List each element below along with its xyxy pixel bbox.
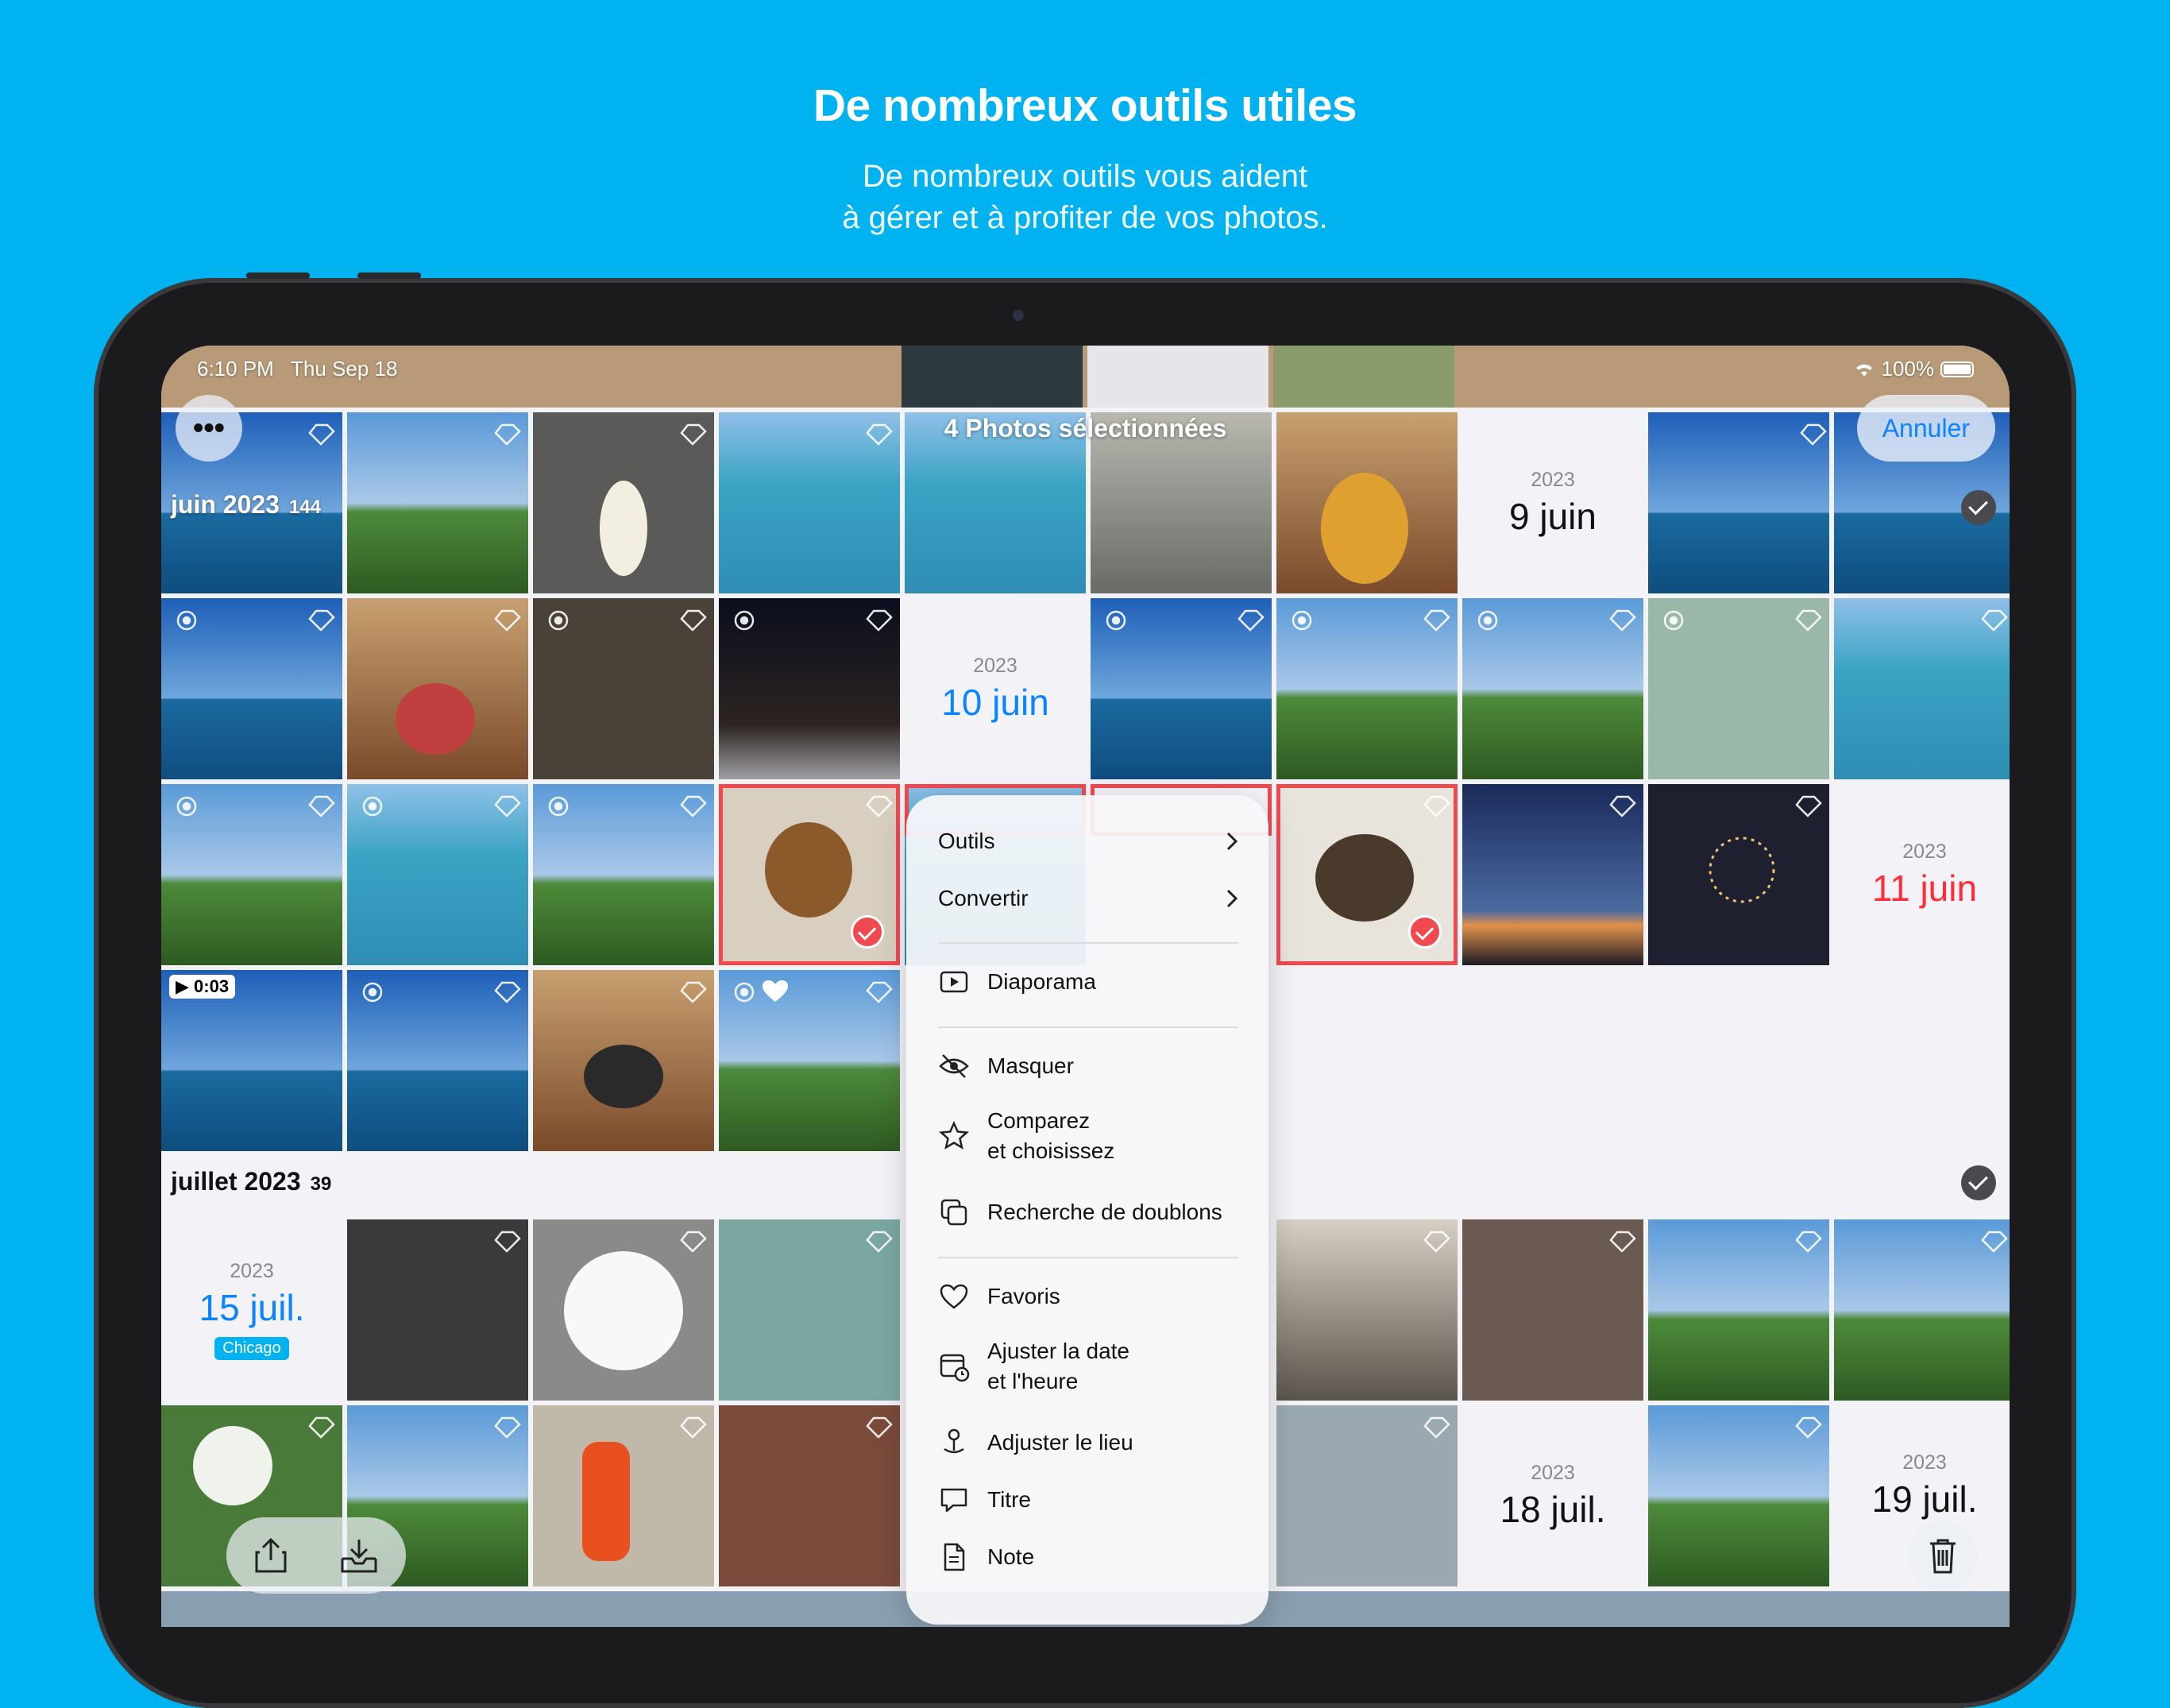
photo-tile <box>1834 598 2010 779</box>
status-bar: 6:10 PM Thu Sep 18 100% <box>161 346 2010 393</box>
date-day: 11 juin <box>1871 867 1978 909</box>
cancel-button[interactable]: Annuler <box>1856 395 1995 462</box>
date-year: 2023 <box>973 654 1017 677</box>
menu-item-diaporama[interactable]: Diaporama <box>906 954 1268 1010</box>
menu-item-titre[interactable]: Titre <box>906 1472 1268 1528</box>
date-tile[interactable]: 2023 11 juin <box>1834 784 2010 965</box>
section-title: juin 2023 <box>171 490 280 519</box>
caption-bubble-icon <box>940 1488 967 1513</box>
menu-item-label: Adjuster le lieu <box>987 1430 1133 1455</box>
date-day: 19 juil. <box>1871 1478 1978 1520</box>
menu-item-outils[interactable]: Outils <box>906 816 1268 867</box>
date-tile[interactable]: 2023 18 juil. <box>1462 1405 1643 1586</box>
marketing-subtitle: De nombreux outils vous aident à gérer e… <box>0 156 2170 238</box>
date-year: 2023 <box>1902 840 1947 863</box>
section-count: 39 <box>310 1173 332 1195</box>
note-document-icon <box>944 1543 965 1571</box>
date-tile[interactable]: 2023 15 juil. Chicago <box>161 1219 342 1401</box>
selected-check-icon[interactable] <box>1408 915 1442 949</box>
menu-item-doublons[interactable]: Recherche de doublons <box>906 1184 1268 1240</box>
marketing-subtitle-line2: à gérer et à profiter de vos photos. <box>842 200 1328 235</box>
section-select-check-icon[interactable] <box>1961 1165 1996 1200</box>
date-year: 2023 <box>1531 1461 1575 1484</box>
top-button <box>357 272 421 279</box>
chevron-right-icon <box>1226 832 1238 851</box>
section-count: 144 <box>288 497 321 518</box>
menu-item-comparez[interactable]: Comparez et choisissez <box>906 1100 1268 1172</box>
context-menu: Outils Convertir Diaporama Masquer Compa… <box>906 795 1268 1625</box>
selection-title: 4 Photos sélectionnées <box>944 414 1227 442</box>
menu-separator <box>938 1026 1238 1028</box>
photo-tile <box>1834 1219 2010 1401</box>
location-pin-icon <box>944 1428 964 1454</box>
heart-outline-icon <box>940 1284 968 1309</box>
date-tile[interactable]: 2023 10 juin <box>905 598 1086 779</box>
menu-separator <box>938 1257 1238 1258</box>
section-header-july: juillet 2023 39 <box>171 1167 331 1196</box>
trash-icon <box>1930 1539 1956 1574</box>
more-button[interactable]: ••• <box>176 395 242 462</box>
menu-item-favoris[interactable]: Favoris <box>906 1269 1268 1324</box>
section-title: juillet 2023 <box>171 1167 301 1196</box>
status-right: 100% <box>1853 357 1974 381</box>
section-header-june: juin 2023 144 <box>171 490 321 520</box>
star-icon <box>939 1120 969 1150</box>
menu-item-label: Recherche de doublons <box>987 1200 1222 1224</box>
menu-item-label: Ajuster la date et l'heure <box>987 1336 1129 1397</box>
status-date: Thu Sep 18 <box>291 357 398 381</box>
battery-percent: 100% <box>1881 357 1935 381</box>
menu-item-label: Favoris <box>987 1284 1060 1308</box>
date-day: 18 juil. <box>1500 1488 1606 1530</box>
menu-item-label: Note <box>987 1544 1035 1569</box>
bottom-toolbar <box>226 1517 406 1594</box>
wifi-icon <box>1855 364 1872 377</box>
check-icon[interactable] <box>1961 490 1996 525</box>
menu-item-label: Outils <box>938 829 995 853</box>
battery-icon <box>1940 361 1974 377</box>
date-day: 9 juin <box>1509 495 1597 537</box>
menu-item-convertir[interactable]: Convertir <box>906 873 1268 924</box>
menu-item-label-line1: Ajuster la date <box>987 1339 1129 1363</box>
menu-item-label-line2: et choisissez <box>987 1138 1115 1163</box>
selected-check-icon[interactable] <box>851 915 884 949</box>
menu-item-ajuster-date[interactable]: Ajuster la date et l'heure <box>906 1331 1268 1402</box>
menu-item-label: Comparez et choisissez <box>987 1106 1114 1166</box>
slideshow-icon <box>940 971 968 993</box>
save-to-tray-icon[interactable] <box>339 1536 379 1575</box>
top-button <box>246 272 310 279</box>
chevron-right-icon <box>1226 889 1238 908</box>
date-year: 2023 <box>1531 468 1575 491</box>
heart-icon <box>763 980 788 1002</box>
location-badge: Chicago <box>214 1337 289 1360</box>
marketing-title: De nombreux outils utiles <box>813 80 1357 131</box>
menu-item-label: Diaporama <box>987 969 1096 994</box>
menu-item-label-line2: et l'heure <box>987 1369 1079 1393</box>
status-time-date: 6:10 PM Thu Sep 18 <box>197 357 397 381</box>
marketing-subtitle-line1: De nombreux outils vous aident <box>862 159 1308 194</box>
eye-slash-icon <box>939 1054 969 1078</box>
share-icon[interactable] <box>253 1536 288 1575</box>
calendar-clock-icon <box>940 1354 970 1382</box>
delete-button[interactable] <box>1908 1521 1978 1591</box>
menu-separator <box>938 942 1238 944</box>
menu-item-masquer[interactable]: Masquer <box>906 1038 1268 1094</box>
menu-item-label: Masquer <box>987 1053 1074 1078</box>
date-year: 2023 <box>230 1260 274 1282</box>
menu-item-label-line1: Comparez <box>987 1108 1091 1133</box>
menu-item-label: Convertir <box>938 886 1029 910</box>
menu-item-note[interactable]: Note <box>906 1529 1268 1585</box>
date-year: 2023 <box>1902 1451 1947 1474</box>
menu-item-ajuster-lieu[interactable]: Adjuster le lieu <box>906 1415 1268 1470</box>
duplicate-icon <box>940 1199 967 1226</box>
date-day: 10 juin <box>941 681 1049 723</box>
date-day: 15 juil. <box>199 1287 305 1328</box>
front-camera-icon <box>1013 310 1024 321</box>
status-time: 6:10 PM <box>197 357 274 381</box>
screen: 2023 9 juin 2023 10 juin 2023 11 juin 20… <box>161 346 2010 1627</box>
menu-item-label: Titre <box>987 1487 1031 1512</box>
video-duration-badge: ▶ 0:03 <box>169 975 236 999</box>
